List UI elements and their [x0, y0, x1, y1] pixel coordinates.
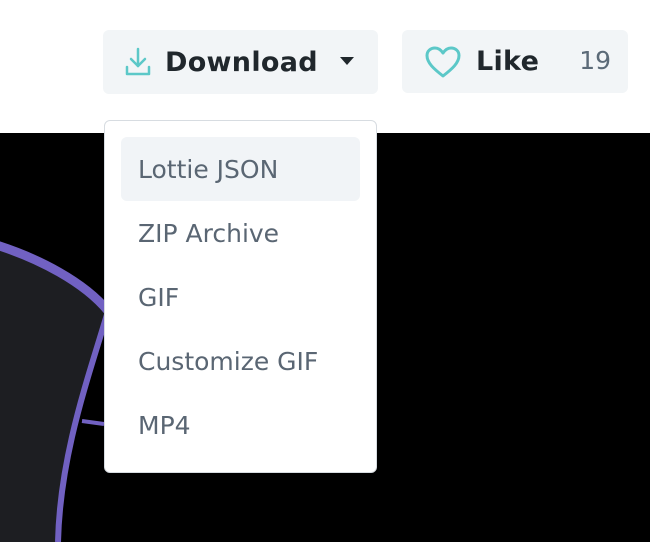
heart-icon — [424, 45, 462, 79]
like-button-label: Like — [476, 46, 540, 77]
download-button[interactable]: Download — [103, 30, 378, 94]
download-icon — [125, 47, 151, 77]
menu-item-label: MP4 — [138, 410, 191, 440]
menu-item-label: ZIP Archive — [138, 218, 280, 248]
page: Download Like 19 Lottie JSON ZIP Archive… — [0, 0, 650, 542]
menu-item-label: GIF — [138, 282, 180, 312]
toolbar: Download Like 19 — [0, 0, 650, 133]
like-button[interactable]: Like 19 — [402, 30, 628, 93]
menu-item-gif[interactable]: GIF — [121, 265, 360, 329]
like-count: 19 — [579, 46, 611, 75]
menu-item-zip-archive[interactable]: ZIP Archive — [121, 201, 360, 265]
menu-item-lottie-json[interactable]: Lottie JSON — [121, 137, 360, 201]
menu-item-customize-gif[interactable]: Customize GIF — [121, 329, 360, 393]
menu-item-mp4[interactable]: MP4 — [121, 393, 360, 457]
menu-item-label: Customize GIF — [138, 346, 319, 376]
caret-down-icon — [340, 57, 354, 65]
download-button-label: Download — [165, 46, 318, 78]
download-dropdown-menu: Lottie JSON ZIP Archive GIF Customize GI… — [104, 120, 377, 473]
menu-item-label: Lottie JSON — [138, 154, 279, 184]
